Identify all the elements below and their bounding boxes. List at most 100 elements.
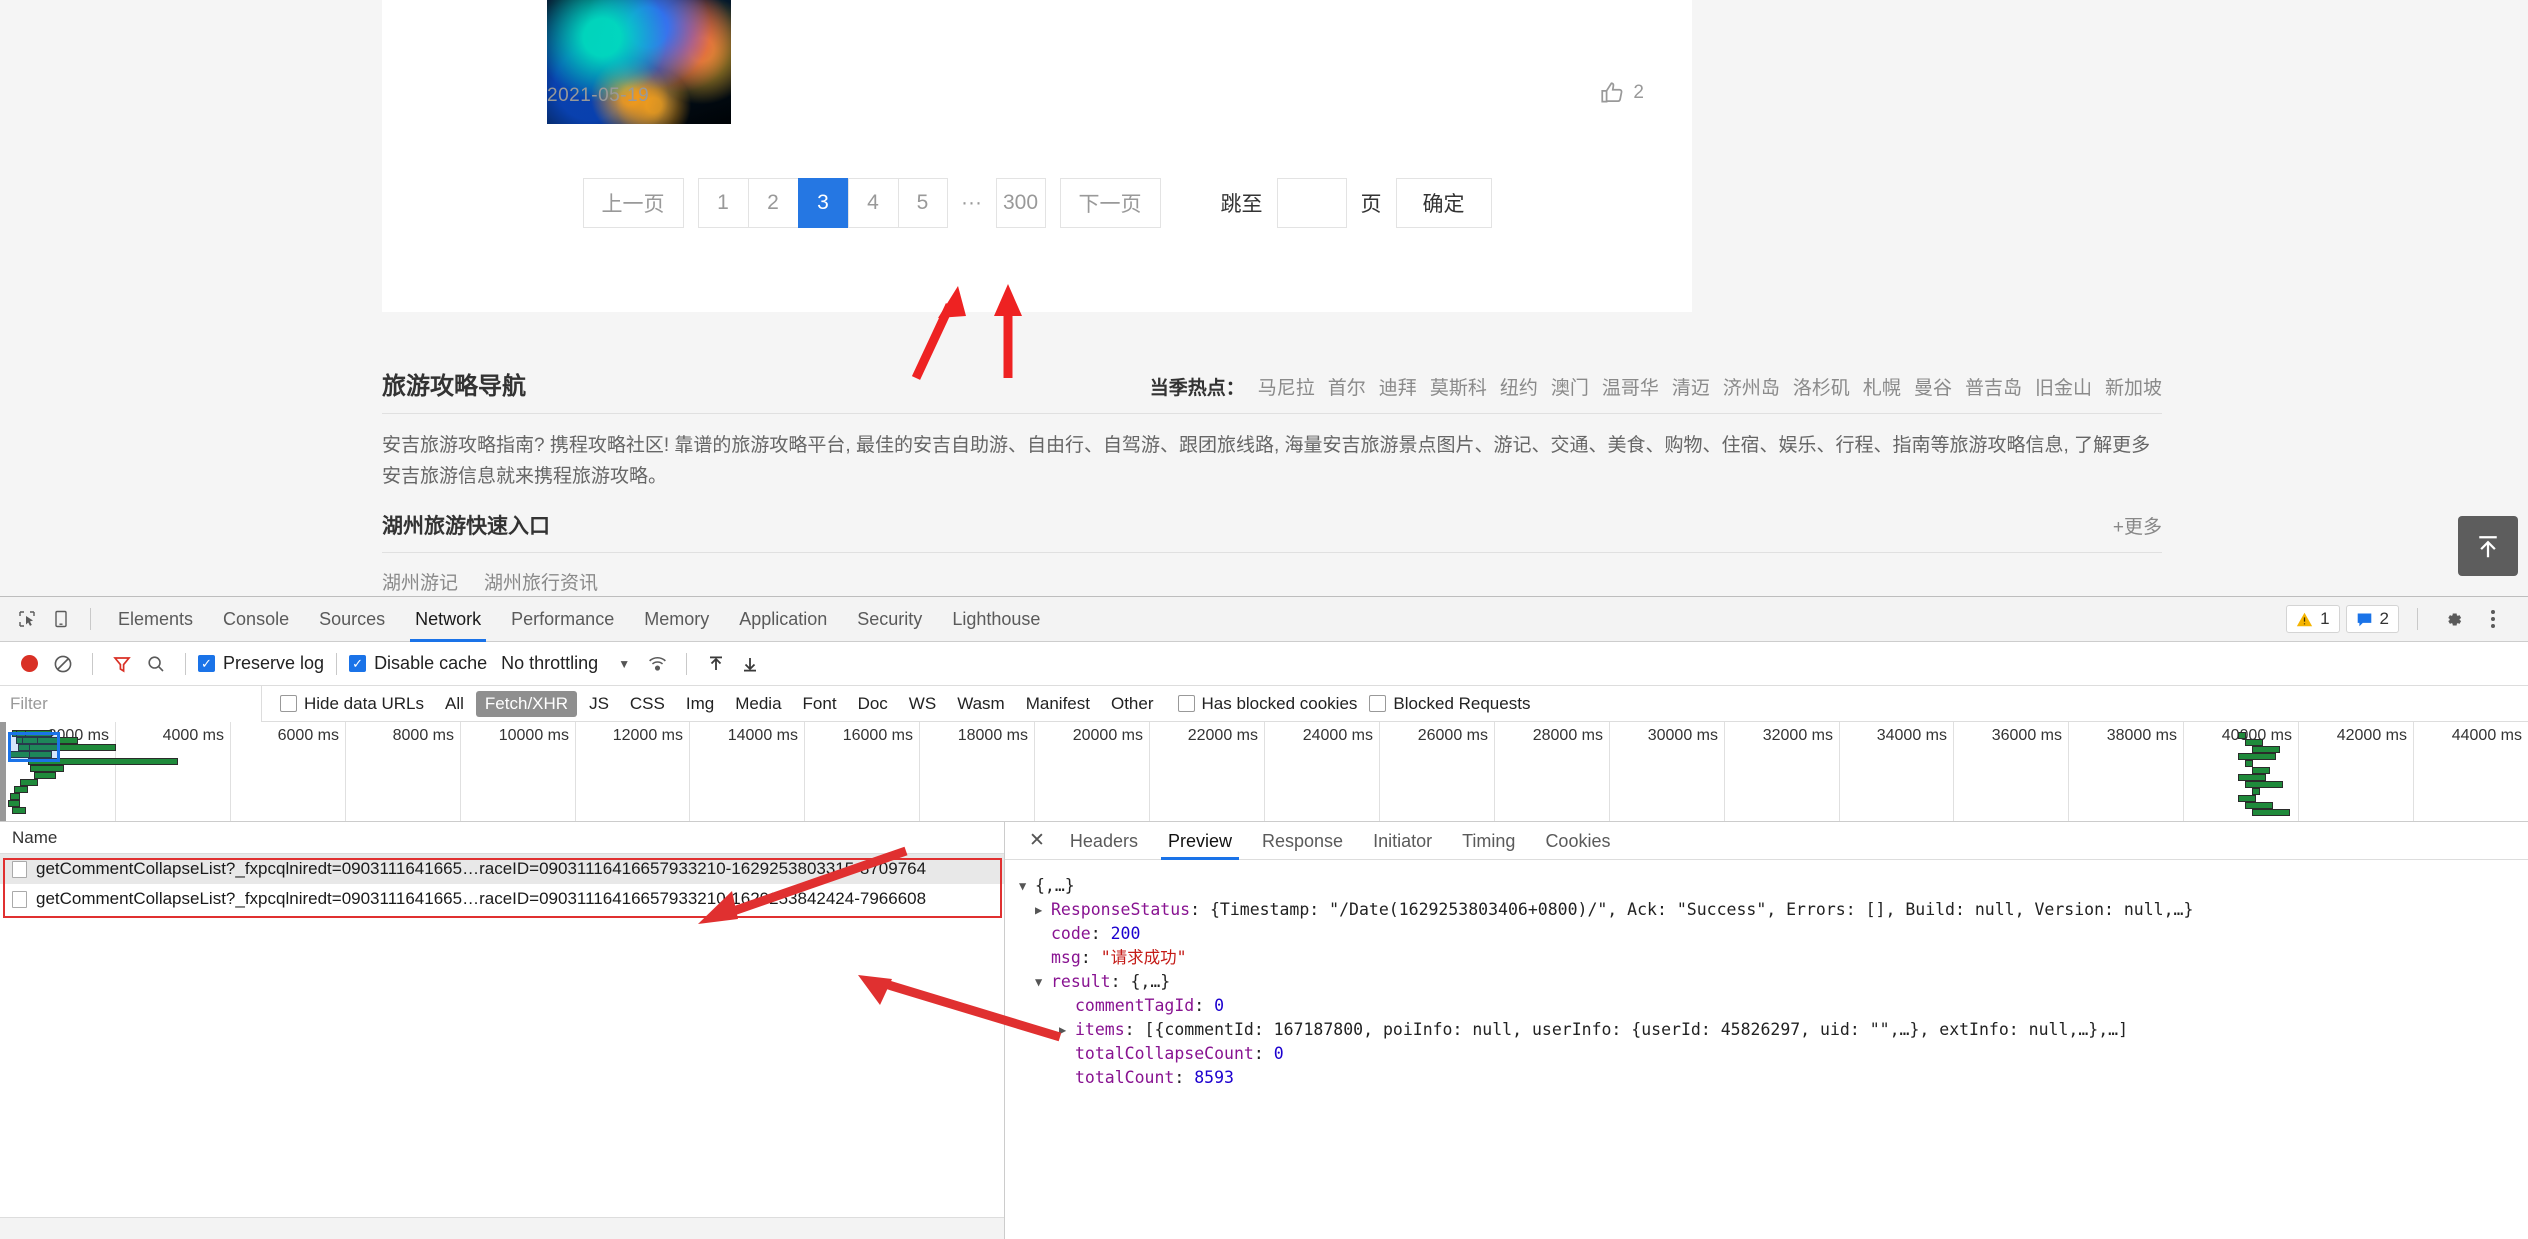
timeline-tick-label-14: 30000 ms (1647, 727, 1718, 744)
timeline-selection-box[interactable] (8, 732, 60, 762)
network-toolbar: ✓ Preserve log ✓ Disable cache No thrott… (0, 642, 2528, 686)
detail-tab-cookies[interactable]: Cookies (1530, 822, 1625, 860)
filter-type-fetch-xhr[interactable]: Fetch/XHR (475, 690, 578, 717)
hot-city-5[interactable]: 澳门 (1551, 373, 1589, 400)
close-icon[interactable]: ✕ (1019, 829, 1055, 852)
filter-type-ws[interactable]: WS (900, 691, 945, 717)
json-row-result[interactable]: result : {,…} (1019, 970, 2528, 994)
tab-performance[interactable]: Performance (496, 597, 629, 642)
filter-icon[interactable] (105, 647, 139, 681)
hide-data-urls-checkbox[interactable]: Hide data URLs (280, 694, 424, 714)
hot-city-3[interactable]: 莫斯科 (1430, 373, 1487, 400)
expand-triangle-result[interactable] (1035, 970, 1051, 994)
filter-type-css[interactable]: CSS (621, 691, 674, 717)
import-har-icon[interactable] (699, 647, 733, 681)
filter-type-all[interactable]: All (436, 691, 473, 717)
tab-application[interactable]: Application (724, 597, 842, 642)
json-row-items[interactable]: items : [{commentId: 167187800, poiInfo:… (1019, 1018, 2528, 1042)
pagination-prev-button[interactable]: 上一页 (582, 178, 684, 228)
throttling-select[interactable]: No throttling ▼ (501, 653, 630, 674)
tab-network[interactable]: Network (400, 597, 496, 642)
network-overview-timeline[interactable]: 2000 ms 4000 ms 6000 ms 8000 ms 10000 ms 1200… (0, 722, 2528, 822)
filter-type-wasm[interactable]: Wasm (948, 691, 1014, 717)
warning-badge[interactable]: 1 (2286, 605, 2340, 633)
jump-page-input[interactable] (1276, 178, 1347, 228)
inspect-element-icon[interactable] (10, 602, 44, 636)
filter-type-media[interactable]: Media (726, 691, 790, 717)
message-badge[interactable]: 2 (2345, 605, 2399, 633)
quick-link-0[interactable]: 湖州游记 (382, 568, 458, 595)
hot-cities-list: 当季热点： 马尼拉 首尔 迪拜 莫斯科 纽约 澳门 温哥华 清迈 济州岛 洛杉矶… (1150, 373, 2162, 400)
hot-city-14[interactable]: 新加坡 (2105, 373, 2162, 400)
gear-icon[interactable] (2436, 602, 2470, 636)
pagination-last-page[interactable]: 300 (995, 178, 1046, 228)
detail-tab-initiator[interactable]: Initiator (1358, 822, 1447, 860)
pagination-ellipsis: ··· (961, 191, 982, 214)
detail-tab-timing[interactable]: Timing (1447, 822, 1530, 860)
hot-city-9[interactable]: 洛杉矶 (1793, 373, 1850, 400)
json-preview-tree: {,…} ResponseStatus : {Timestamp: "/Date… (1005, 860, 2528, 1090)
pagination-page-2[interactable]: 2 (747, 178, 798, 228)
hot-city-0[interactable]: 马尼拉 (1258, 373, 1315, 400)
kebab-menu-icon[interactable] (2476, 602, 2510, 636)
tab-lighthouse[interactable]: Lighthouse (937, 597, 1055, 642)
clear-icon[interactable] (46, 647, 80, 681)
request-column-header[interactable]: Name (0, 822, 1004, 854)
device-toolbar-icon[interactable] (44, 602, 78, 636)
detail-tab-response[interactable]: Response (1247, 822, 1358, 860)
hot-city-6[interactable]: 温哥华 (1602, 373, 1659, 400)
hot-city-1[interactable]: 首尔 (1328, 373, 1366, 400)
record-icon[interactable] (12, 647, 46, 681)
expand-triangle-root[interactable] (1019, 874, 1035, 898)
request-row-1[interactable]: getCommentCollapseList?_fxpcqlniredt=090… (0, 884, 1004, 914)
hot-city-7[interactable]: 清迈 (1672, 373, 1710, 400)
hot-city-10[interactable]: 札幌 (1863, 373, 1901, 400)
detail-tab-headers[interactable]: Headers (1055, 822, 1153, 860)
tab-elements[interactable]: Elements (103, 597, 208, 642)
json-value-result: {,…} (1130, 972, 1171, 991)
pagination-next-button[interactable]: 下一页 (1059, 178, 1161, 228)
request-row-0[interactable]: getCommentCollapseList?_fxpcqlniredt=090… (0, 854, 1004, 884)
hot-city-4[interactable]: 纽约 (1500, 373, 1538, 400)
json-root-row[interactable]: {,…} (1019, 874, 2528, 898)
filter-type-doc[interactable]: Doc (849, 691, 897, 717)
export-har-icon[interactable] (733, 647, 767, 681)
hot-city-8[interactable]: 济州岛 (1723, 373, 1780, 400)
expand-triangle-response-status[interactable] (1035, 898, 1051, 922)
pagination-page-4[interactable]: 4 (847, 178, 898, 228)
quick-entry-more-link[interactable]: +更多 (2113, 512, 2162, 539)
quick-link-1[interactable]: 湖州旅行资讯 (484, 568, 598, 595)
timeline-left-edge (0, 722, 6, 821)
filter-type-manifest[interactable]: Manifest (1017, 691, 1099, 717)
filter-input[interactable] (0, 685, 262, 722)
pagination-page-5[interactable]: 5 (897, 178, 948, 228)
hot-city-13[interactable]: 旧金山 (2035, 373, 2092, 400)
detail-tab-preview[interactable]: Preview (1153, 822, 1247, 860)
filter-type-font[interactable]: Font (794, 691, 846, 717)
pagination-page-3[interactable]: 3 (797, 178, 848, 228)
has-blocked-cookies-checkbox[interactable]: Has blocked cookies (1177, 694, 1357, 714)
disable-cache-checkbox[interactable]: ✓ Disable cache (349, 653, 487, 674)
like-control[interactable]: 2 (1599, 80, 1644, 106)
json-row-response-status[interactable]: ResponseStatus : {Timestamp: "/Date(1629… (1019, 898, 2528, 922)
pagination-page-1[interactable]: 1 (697, 178, 748, 228)
expand-triangle-items[interactable] (1059, 1018, 1075, 1042)
jump-confirm-button[interactable]: 确定 (1395, 178, 1492, 228)
filter-type-img[interactable]: Img (677, 691, 723, 717)
tab-console[interactable]: Console (208, 597, 304, 642)
filter-type-other[interactable]: Other (1102, 691, 1163, 717)
blocked-requests-checkbox[interactable]: Blocked Requests (1369, 694, 1530, 714)
tab-sources[interactable]: Sources (304, 597, 400, 642)
hot-city-2[interactable]: 迪拜 (1379, 373, 1417, 400)
hot-city-12[interactable]: 普吉岛 (1965, 373, 2022, 400)
hot-city-11[interactable]: 曼谷 (1914, 373, 1952, 400)
tab-security[interactable]: Security (842, 597, 937, 642)
scroll-to-top-button[interactable] (2458, 516, 2518, 576)
network-conditions-icon[interactable] (640, 647, 674, 681)
preserve-log-checkbox[interactable]: ✓ Preserve log (198, 653, 324, 674)
json-row-comment-tag-id: commentTagId : 0 (1019, 994, 2528, 1018)
filter-type-js[interactable]: JS (580, 691, 618, 717)
search-icon[interactable] (139, 647, 173, 681)
tab-memory[interactable]: Memory (629, 597, 724, 642)
timeline-tick-label-12: 26000 ms (1417, 727, 1488, 744)
